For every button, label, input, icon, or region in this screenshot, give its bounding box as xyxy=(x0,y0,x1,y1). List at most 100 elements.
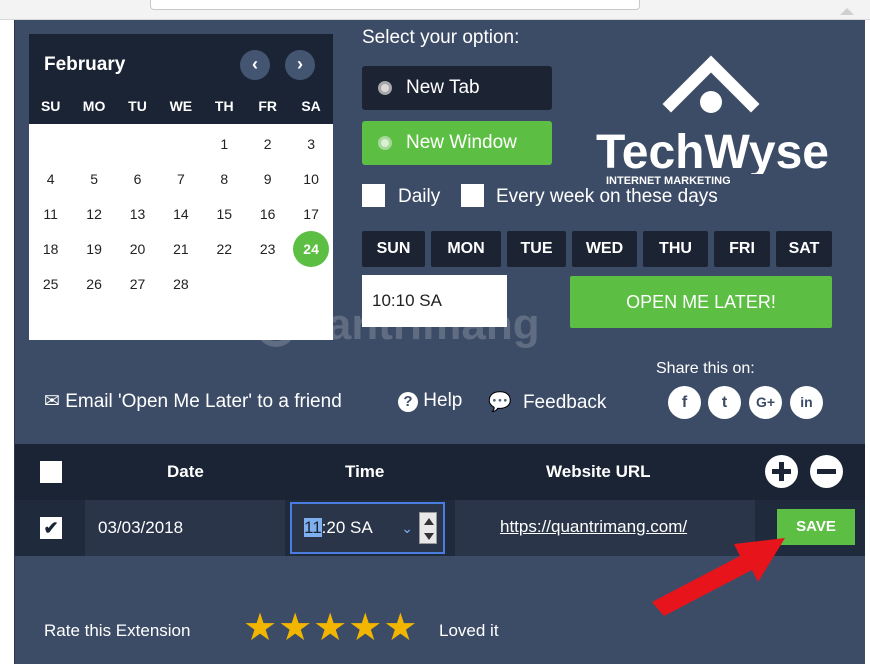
radio-icon xyxy=(378,136,392,150)
share-label: Share this on: xyxy=(656,360,755,377)
date-column-header: Date xyxy=(167,462,204,481)
plus-icon-stem xyxy=(779,462,784,481)
weekday-header: TU xyxy=(128,98,147,114)
calendar-day[interactable]: 21 xyxy=(163,231,199,267)
remove-row-button[interactable] xyxy=(810,455,843,488)
calendar-day[interactable]: 3 xyxy=(293,126,329,162)
new-tab-option[interactable]: New Tab xyxy=(362,66,552,110)
weekday-button-fri[interactable]: FRI xyxy=(714,231,770,267)
add-row-button[interactable] xyxy=(765,455,798,488)
star-icon[interactable]: ★ xyxy=(313,607,348,649)
new-window-option[interactable]: New Window xyxy=(362,121,552,165)
weekday-header: SU xyxy=(40,98,61,114)
calendar-day[interactable]: 25 xyxy=(33,266,69,302)
star-icon[interactable]: ★ xyxy=(278,607,313,649)
weekday-header: WE xyxy=(169,98,193,114)
watermark-bulb-icon xyxy=(256,307,296,348)
url-column-header: Website URL xyxy=(546,462,651,481)
daily-checkbox[interactable] xyxy=(362,184,385,207)
calendar-day[interactable]: 22 xyxy=(206,231,242,267)
row-checkbox[interactable]: ✔ xyxy=(40,517,62,539)
weekday-header: FR xyxy=(258,98,277,114)
popup-caret xyxy=(840,8,854,15)
logo-brand-text: TechWyse xyxy=(596,126,829,179)
calendar-day[interactable]: 9 xyxy=(250,161,286,197)
calendar: February ‹ › SU MO TU WE TH FR SA 1 2 3 4 5 6 7 8 9 10 1… xyxy=(29,34,333,340)
calendar-day[interactable]: 4 xyxy=(33,161,69,197)
star-icon[interactable]: ★ xyxy=(383,607,418,649)
linkedin-icon[interactable]: in xyxy=(790,386,823,419)
calendar-day[interactable]: 18 xyxy=(33,231,69,267)
calendar-day[interactable]: 14 xyxy=(163,196,199,232)
time-column-header: Time xyxy=(345,462,385,481)
weekday-button-sun[interactable]: SUN xyxy=(362,231,425,267)
help-label: Help xyxy=(423,390,463,411)
schedule-table-header: Date Time Website URL xyxy=(15,444,865,500)
star-icon[interactable]: ★ xyxy=(243,607,278,649)
calendar-day[interactable]: 2 xyxy=(250,126,286,162)
weekday-header: MO xyxy=(82,98,106,114)
browser-toolbar xyxy=(0,0,870,20)
watermark: uantrimang xyxy=(256,300,540,350)
calendar-day[interactable]: 15 xyxy=(206,196,242,232)
facebook-icon[interactable]: f xyxy=(668,386,701,419)
calendar-month: February xyxy=(44,54,126,75)
calendar-day-selected[interactable]: 24 xyxy=(293,231,330,267)
select-all-checkbox[interactable] xyxy=(40,461,62,483)
calendar-day[interactable]: 8 xyxy=(206,161,242,197)
calendar-day[interactable]: 11 xyxy=(33,196,69,232)
calendar-day[interactable]: 1 xyxy=(206,126,242,162)
weekday-button-tue[interactable]: TUE xyxy=(507,231,566,267)
calendar-day[interactable]: 20 xyxy=(120,231,156,267)
email-friend-link[interactable]: ✉ Email 'Open Me Later' to a friend xyxy=(44,390,342,413)
weekday-header: TH xyxy=(214,98,234,114)
minus-icon xyxy=(817,469,836,474)
calendar-day[interactable]: 23 xyxy=(250,231,286,267)
calendar-day[interactable]: 27 xyxy=(120,266,156,302)
calendar-day[interactable]: 10 xyxy=(293,161,329,197)
chevron-left-icon[interactable]: ‹ xyxy=(240,50,270,80)
watermark-text: uantrimang xyxy=(300,300,540,349)
new-tab-label: New Tab xyxy=(406,77,480,98)
feedback-link[interactable]: 💬 Feedback xyxy=(488,390,606,414)
techwyse-logo: TechWyse INTERNET MARKETING xyxy=(586,34,836,189)
google-plus-icon[interactable]: G+ xyxy=(749,386,782,419)
new-window-label: New Window xyxy=(406,132,517,153)
calendar-day[interactable]: 26 xyxy=(76,266,112,302)
weekday-button-thu[interactable]: THU xyxy=(643,231,708,267)
weekday-button-mon[interactable]: MON xyxy=(431,231,501,267)
chevron-right-icon[interactable]: › xyxy=(285,50,315,80)
calendar-day[interactable]: 13 xyxy=(120,196,156,232)
browser-frame: February ‹ › SU MO TU WE TH FR SA 1 2 3 4 5 6 7 8 9 10 1… xyxy=(0,0,870,666)
calendar-day[interactable]: 6 xyxy=(120,161,156,197)
calendar-day[interactable]: 16 xyxy=(250,196,286,232)
rating-stars[interactable]: ★★★★★ xyxy=(243,605,418,650)
calendar-weekdays: SU MO TU WE TH FR SA xyxy=(29,94,333,124)
weekday-button-wed[interactable]: WED xyxy=(572,231,637,267)
calendar-day[interactable]: 5 xyxy=(76,161,112,197)
star-icon[interactable]: ★ xyxy=(348,607,383,649)
twitter-icon[interactable]: t xyxy=(708,386,741,419)
envelope-icon: ✉ xyxy=(44,391,60,412)
help-link[interactable]: ? Help xyxy=(398,390,462,412)
radio-icon xyxy=(378,81,392,95)
calendar-day[interactable]: 19 xyxy=(76,231,112,267)
chevron-down-icon[interactable]: ⌄ xyxy=(401,504,413,552)
calendar-day[interactable]: 17 xyxy=(293,196,329,232)
row-date-field[interactable]: 03/03/2018 xyxy=(85,500,285,556)
daily-label: Daily xyxy=(398,186,441,207)
every-week-checkbox[interactable] xyxy=(461,184,484,207)
open-me-later-button[interactable]: OPEN ME LATER! xyxy=(570,276,832,328)
weekday-button-sat[interactable]: SAT xyxy=(776,231,832,267)
time-spinner[interactable] xyxy=(419,512,437,544)
every-week-label: Every week on these days xyxy=(496,186,718,207)
options-title: Select your option: xyxy=(362,27,520,48)
address-bar[interactable] xyxy=(150,0,640,10)
calendar-day[interactable]: 7 xyxy=(163,161,199,197)
time-rest: :20 SA xyxy=(321,518,373,537)
row-time-field[interactable]: 11:20 SA ⌄ xyxy=(290,502,445,554)
help-icon: ? xyxy=(398,392,418,412)
calendar-day[interactable]: 28 xyxy=(163,266,199,302)
annotation-arrow-icon xyxy=(652,538,785,616)
calendar-day[interactable]: 12 xyxy=(76,196,112,232)
